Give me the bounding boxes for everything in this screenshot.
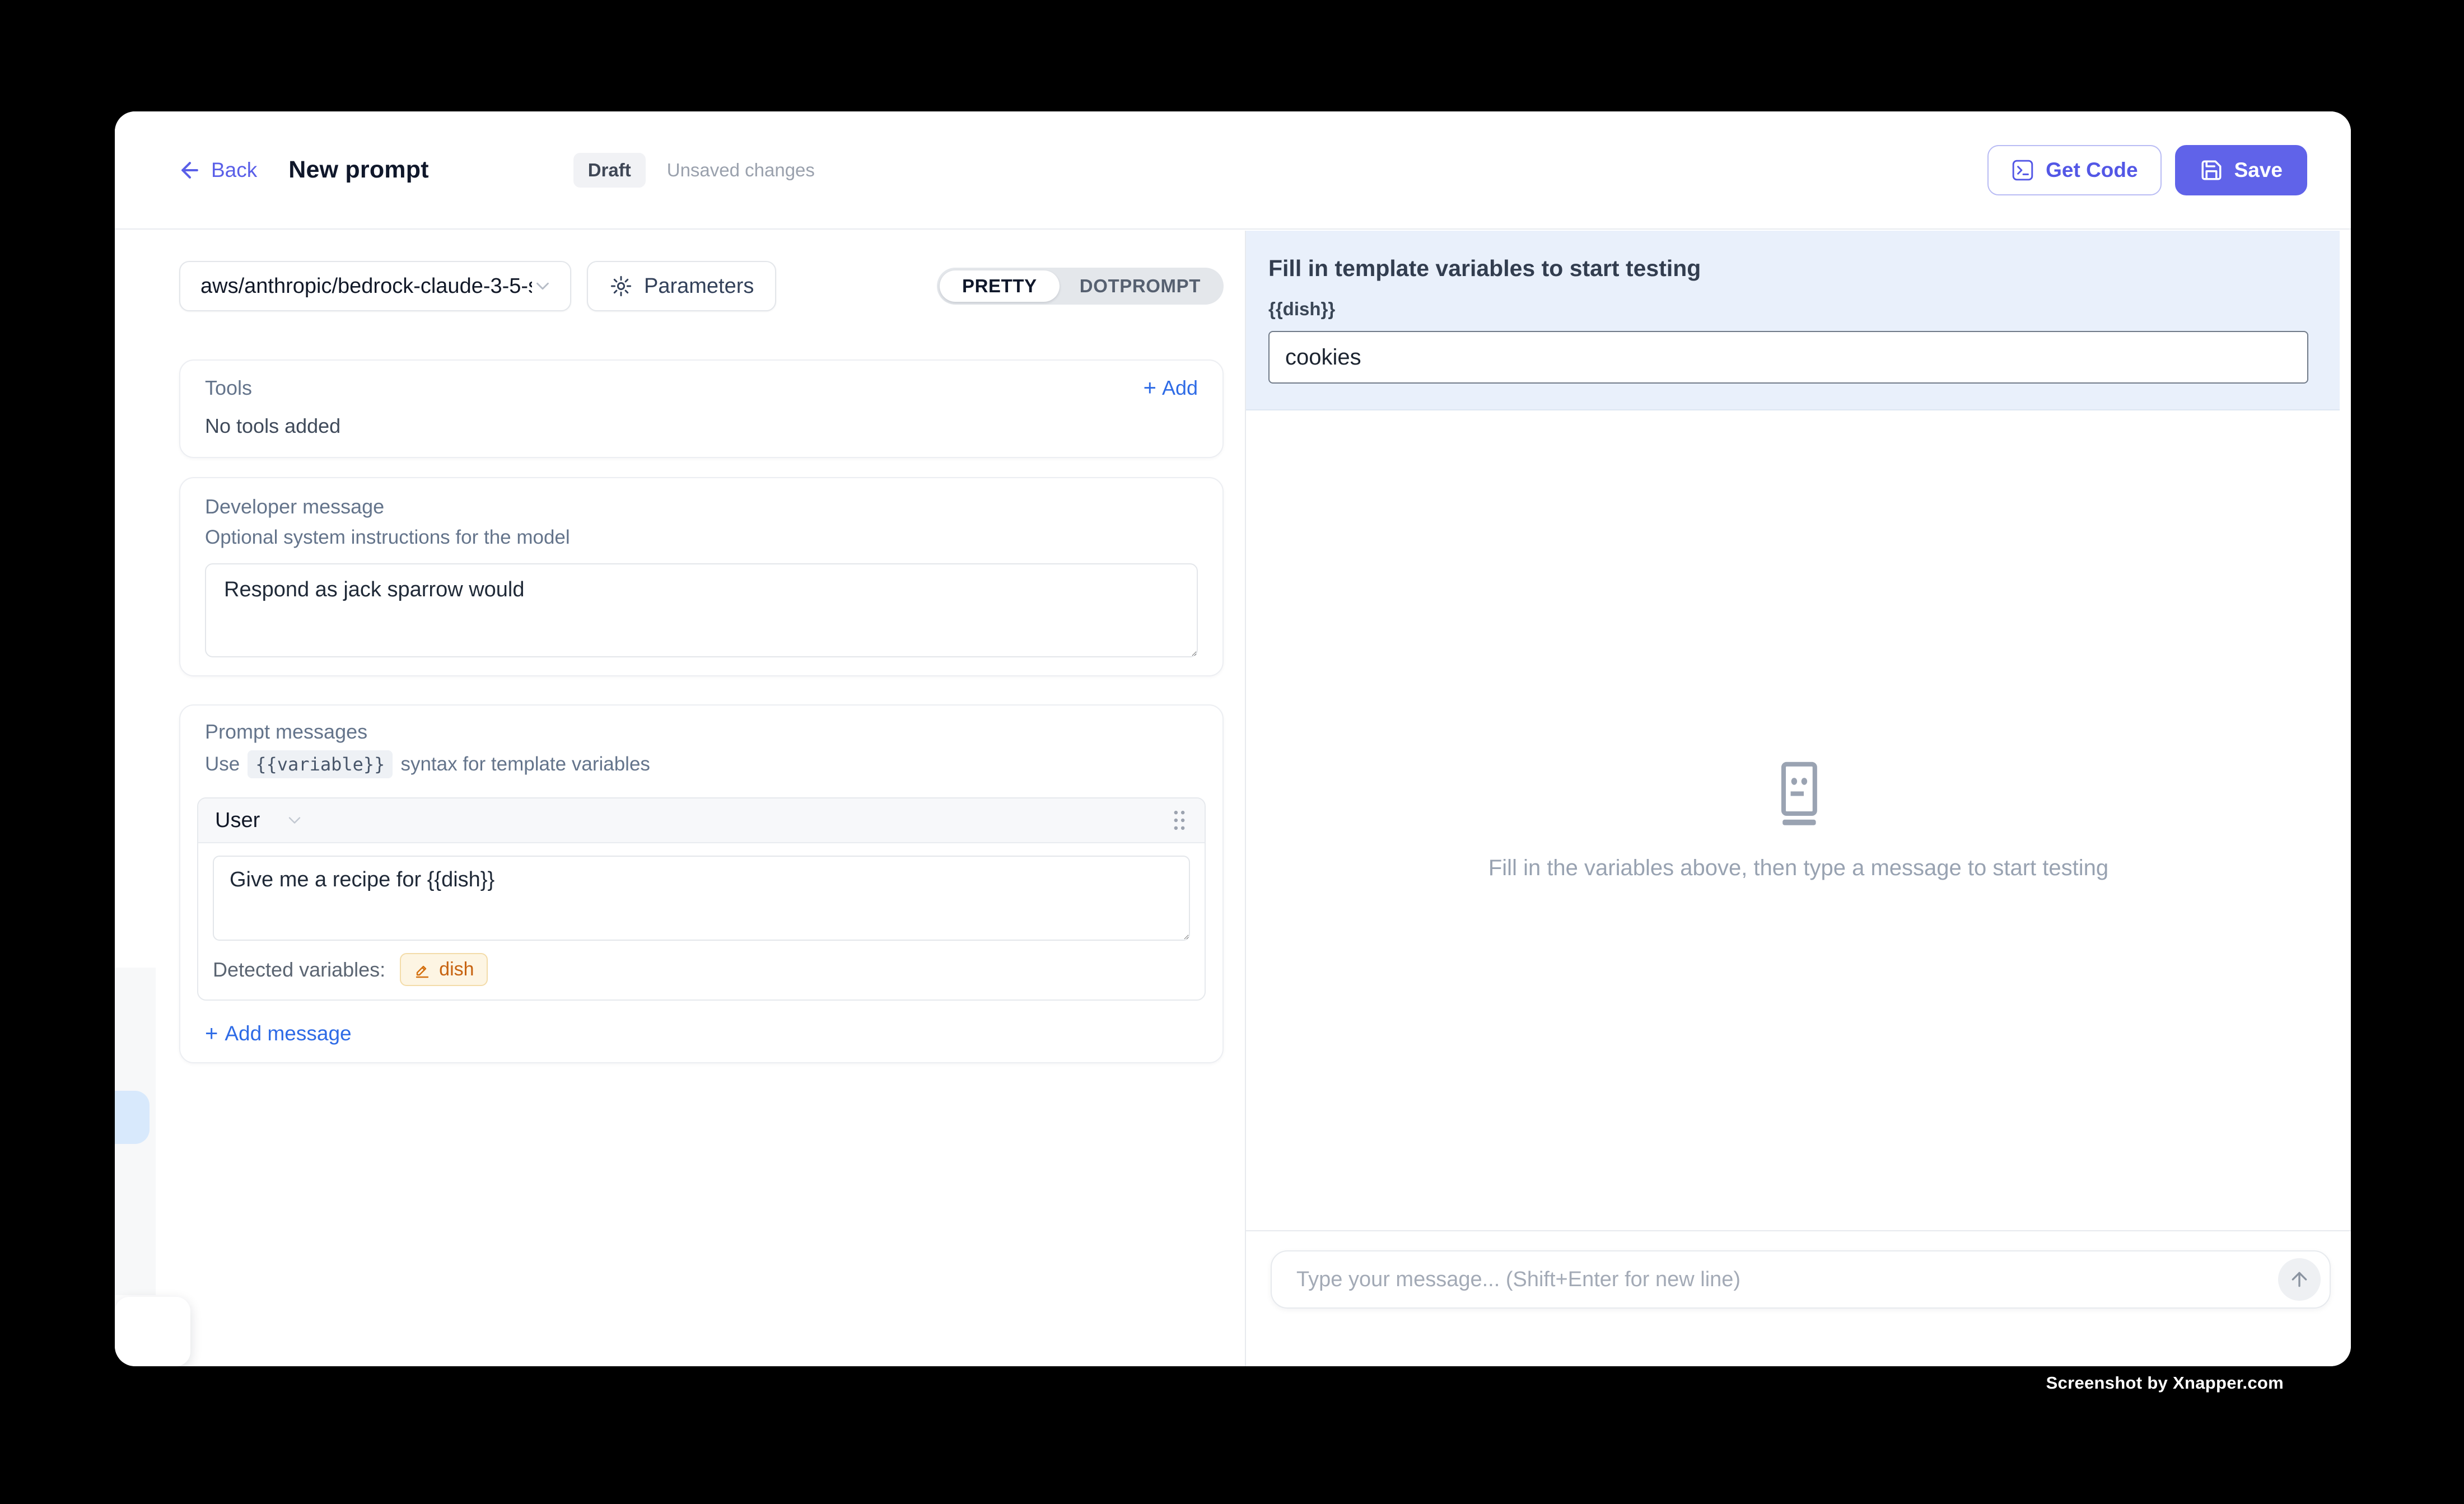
add-message-button[interactable]: + Add message	[197, 1022, 1206, 1045]
detected-variables-row: Detected variables: dish	[213, 953, 1190, 986]
variable-chip-label: dish	[439, 959, 474, 980]
app-window: Back New prompt Draft Unsaved changes Ge…	[115, 111, 2351, 1366]
unsaved-changes-text: Unsaved changes	[667, 160, 815, 181]
plus-icon: +	[1144, 377, 1156, 399]
pencil-edit-icon	[413, 961, 431, 979]
add-message-label: Add message	[225, 1022, 351, 1045]
get-code-button[interactable]: Get Code	[1987, 145, 2161, 195]
prompt-messages-card: Prompt messages Use {{variable}} syntax …	[179, 704, 1224, 1063]
developer-message-subtitle: Optional system instructions for the mod…	[205, 526, 1198, 549]
message-block-body: Give me a recipe for {{dish}} Detected v…	[198, 843, 1205, 999]
sidebar-highlight	[115, 1091, 150, 1144]
get-code-label: Get Code	[2046, 158, 2138, 182]
plus-icon: +	[205, 1022, 218, 1045]
save-button[interactable]: Save	[2175, 145, 2307, 195]
developer-message-title: Developer message	[205, 495, 1198, 519]
chat-empty-state: Fill in the variables above, then type a…	[1246, 410, 2351, 1230]
send-button[interactable]	[2278, 1258, 2321, 1301]
syntax-prefix: Use	[205, 753, 240, 776]
prompt-messages-title: Prompt messages	[205, 720, 1198, 744]
message-content-input[interactable]: Give me a recipe for {{dish}}	[213, 856, 1190, 941]
chat-input-bar	[1246, 1230, 2351, 1366]
prompt-messages-header: Prompt messages Use {{variable}} syntax …	[197, 720, 1206, 778]
variable-value-input[interactable]	[1268, 331, 2308, 384]
tools-title: Tools	[205, 376, 252, 400]
model-select[interactable]: aws/anthropic/bedrock-claude-3-5-s...	[179, 261, 571, 311]
variable-chip-dish[interactable]: dish	[400, 953, 487, 986]
detected-variables-label: Detected variables:	[213, 958, 385, 982]
arrow-up-icon	[2288, 1268, 2311, 1291]
drag-handle[interactable]	[1171, 809, 1188, 832]
role-select-value: User	[215, 809, 260, 833]
toggle-option-dotprompt[interactable]: DOTPROMPT	[1060, 270, 1221, 302]
chevron-down-icon	[532, 275, 553, 297]
gear-icon	[609, 274, 633, 298]
syntax-hint: Use {{variable}} syntax for template var…	[205, 750, 1198, 778]
template-variables-section: Fill in template variables to start test…	[1246, 231, 2340, 410]
add-tool-label: Add	[1162, 376, 1198, 400]
arrow-left-icon	[178, 158, 202, 183]
message-block: User Give me a recipe for {{dish}} Detec…	[197, 797, 1206, 1001]
parameters-button[interactable]: Parameters	[587, 261, 776, 311]
chevron-down-icon	[284, 810, 305, 830]
status-badge: Draft	[573, 153, 646, 188]
back-label: Back	[211, 158, 257, 182]
save-icon	[2200, 158, 2223, 182]
developer-message-input[interactable]: Respond as jack sparrow would	[205, 563, 1198, 657]
parameters-label: Parameters	[644, 274, 754, 298]
page-title: New prompt	[288, 156, 428, 184]
model-select-value: aws/anthropic/bedrock-claude-3-5-s...	[200, 274, 532, 298]
model-bar: aws/anthropic/bedrock-claude-3-5-s... Pa…	[179, 261, 1224, 311]
watermark-text: Screenshot by Xnapper.com	[2046, 1373, 2284, 1393]
developer-message-card: Developer message Optional system instru…	[179, 477, 1224, 676]
syntax-suffix: syntax for template variables	[400, 753, 650, 776]
empty-state-text: Fill in the variables above, then type a…	[1488, 856, 2108, 881]
role-select[interactable]: User	[215, 809, 305, 833]
chat-message-input[interactable]	[1272, 1251, 2278, 1307]
save-label: Save	[2234, 158, 2283, 182]
chat-input-container	[1271, 1250, 2331, 1309]
view-mode-toggle: PRETTY DOTPROMPT	[937, 268, 1224, 305]
tools-card: Tools + Add No tools added	[179, 359, 1224, 458]
message-block-header: User	[198, 798, 1205, 843]
terminal-square-icon	[2011, 158, 2034, 182]
add-tool-button[interactable]: + Add	[1144, 376, 1198, 400]
prompt-editor-panel: aws/anthropic/bedrock-claude-3-5-s... Pa…	[115, 231, 1245, 1366]
template-variables-title: Fill in template variables to start test…	[1268, 255, 2308, 282]
test-panel: Fill in template variables to start test…	[1246, 231, 2351, 1366]
header: Back New prompt Draft Unsaved changes Ge…	[115, 111, 2351, 230]
body-split: aws/anthropic/bedrock-claude-3-5-s... Pa…	[115, 231, 2351, 1366]
tools-empty-text: No tools added	[205, 414, 1198, 438]
toggle-option-pretty[interactable]: PRETTY	[940, 270, 1060, 302]
back-button[interactable]: Back	[178, 158, 257, 183]
grip-dots-icon	[1171, 809, 1188, 832]
syntax-code-chip: {{variable}}	[248, 750, 393, 778]
bot-face-icon	[1768, 760, 1829, 830]
tools-card-header: Tools + Add	[205, 376, 1198, 400]
corner-popover	[115, 1297, 190, 1366]
variable-key-label: {{dish}}	[1268, 298, 2308, 320]
